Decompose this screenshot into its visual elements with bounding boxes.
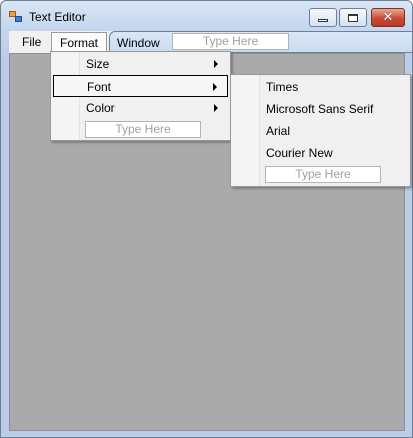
menu-item-label: Courier New bbox=[266, 146, 333, 160]
chevron-right-icon bbox=[214, 60, 218, 68]
font-item-times[interactable]: Times bbox=[233, 76, 408, 98]
menu-item-font[interactable]: Font bbox=[53, 75, 228, 97]
close-icon: ✕ bbox=[382, 10, 394, 25]
maximize-button[interactable] bbox=[339, 8, 367, 27]
menubar-type-here-input[interactable]: Type Here bbox=[172, 33, 289, 50]
maximize-icon bbox=[348, 13, 358, 22]
format-menu-type-here-input[interactable]: Type Here bbox=[85, 121, 201, 138]
menu-item-label: Microsoft Sans Serif bbox=[266, 102, 374, 116]
menu-item-label: Size bbox=[86, 57, 110, 71]
app-icon bbox=[9, 11, 23, 23]
font-item-arial[interactable]: Arial bbox=[233, 120, 408, 142]
font-item-microsoft-sans-serif[interactable]: Microsoft Sans Serif bbox=[233, 98, 408, 120]
menu-item-color[interactable]: Color bbox=[53, 97, 228, 119]
chevron-right-icon bbox=[213, 83, 217, 91]
font-item-courier-new[interactable]: Courier New bbox=[233, 142, 408, 164]
menu-bar: File Format Window Type Here bbox=[9, 31, 412, 53]
menu-format[interactable]: Format bbox=[51, 32, 108, 53]
title-bar[interactable]: Text Editor ✕ bbox=[1, 1, 412, 31]
menu-file[interactable]: File bbox=[15, 31, 48, 53]
menu-item-label: Color bbox=[86, 101, 115, 115]
close-button[interactable]: ✕ bbox=[371, 8, 405, 27]
menu-item-label: Font bbox=[87, 80, 112, 94]
minimize-icon bbox=[318, 18, 328, 22]
font-menu-type-here-input[interactable]: Type Here bbox=[265, 166, 381, 183]
minimize-button[interactable] bbox=[309, 8, 337, 27]
font-submenu: Times Microsoft Sans Serif Arial Courier… bbox=[230, 74, 411, 187]
window-title: Text Editor bbox=[29, 10, 86, 24]
format-dropdown-menu: Size Font Color Type Here bbox=[50, 51, 231, 141]
menu-item-label: Arial bbox=[266, 124, 291, 138]
chevron-right-icon bbox=[214, 104, 218, 112]
menu-item-label: Times bbox=[266, 80, 299, 94]
menu-item-size[interactable]: Size bbox=[53, 53, 228, 75]
